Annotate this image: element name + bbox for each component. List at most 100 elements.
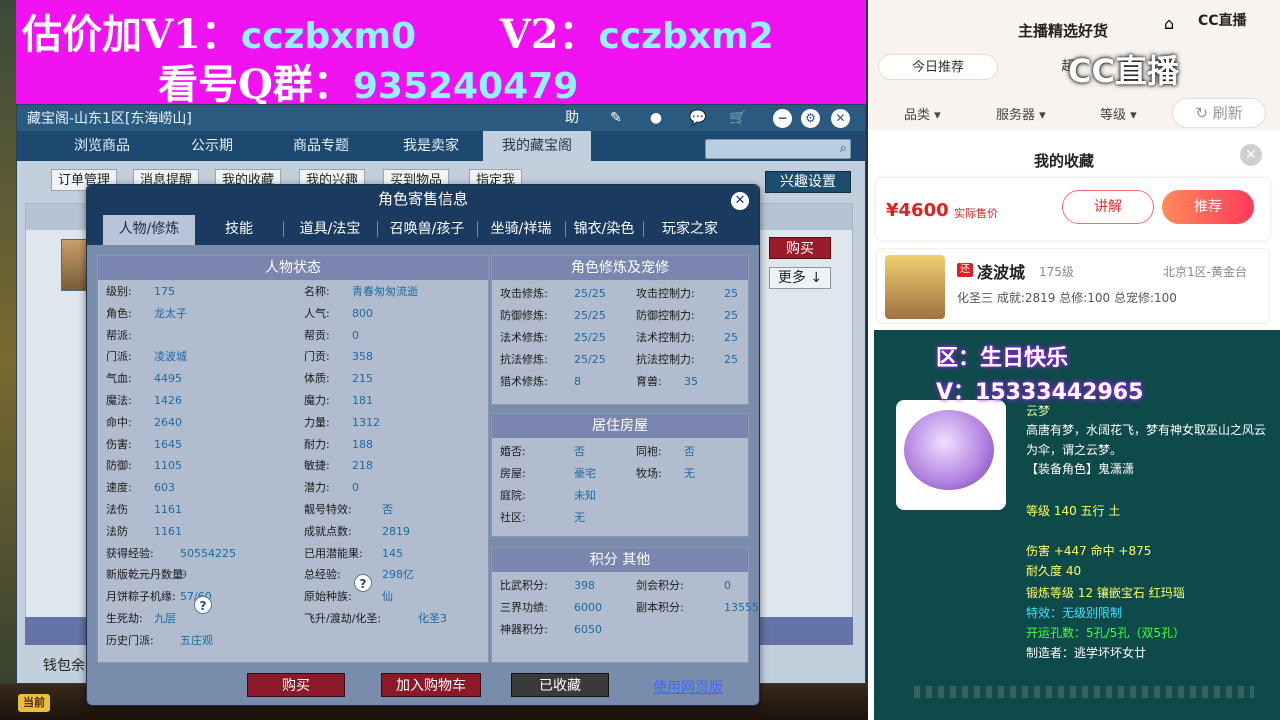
stat-row: 攻击控制力: 25: [636, 284, 738, 304]
tab-separator: [477, 221, 478, 237]
stat-row: 人气: 800: [304, 304, 373, 324]
record-icon[interactable]: ●: [643, 107, 669, 129]
gear-icon[interactable]: ⚙: [801, 109, 820, 128]
tab-items[interactable]: 道具/法宝: [285, 215, 375, 243]
minimize-icon[interactable]: −: [773, 109, 792, 128]
stat-label: 副本积分:: [636, 601, 684, 614]
stat-label: 神器积分:: [500, 623, 548, 636]
stat-label: 历史门派:: [106, 633, 154, 647]
stat-row: 牧场: 无: [636, 464, 695, 484]
tab-public[interactable]: 公示期: [167, 131, 257, 161]
tab-outfits[interactable]: 锦衣/染色: [567, 215, 641, 243]
home-icon[interactable]: ⌂: [1164, 14, 1174, 33]
web-version-link[interactable]: 使用网页版: [653, 677, 723, 697]
stat-row: 气血: 4495: [106, 369, 182, 389]
caret-down-icon: ▾: [1130, 108, 1137, 123]
tab-character[interactable]: 人物/修炼: [103, 215, 195, 245]
stat-value: 6000: [574, 601, 602, 614]
tab-skills[interactable]: 技能: [199, 215, 279, 243]
stat-value: 9: [180, 568, 187, 582]
stat-label: 新版乾元丹数量: [106, 568, 183, 582]
stat-label: 攻击控制力:: [636, 287, 695, 300]
add-to-cart-button[interactable]: 加入购物车: [381, 673, 481, 697]
tab-pets[interactable]: 召唤兽/孩子: [379, 215, 475, 243]
filter-category[interactable]: 品类 ▾: [904, 104, 941, 123]
stat-value: 否: [382, 503, 393, 516]
stat-row: 门派: 凌波城: [106, 347, 187, 367]
tab-player-home[interactable]: 玩家之家: [647, 215, 733, 243]
stat-value: 否: [574, 445, 585, 458]
buy-button[interactable]: 购买: [769, 237, 831, 259]
tab-my-cbg[interactable]: 我的藏宝阁: [483, 131, 591, 161]
item-forge-line: 锻炼等级 12 镶嵌宝石 红玛瑙: [1026, 586, 1185, 600]
interest-settings-button[interactable]: 兴趣设置: [765, 171, 851, 193]
tab-topics[interactable]: 商品专题: [271, 131, 371, 161]
stat-value: 仙: [382, 590, 393, 604]
pen-icon[interactable]: ✎: [603, 107, 629, 129]
stat-row: 抗法修炼: 25/25: [500, 350, 606, 370]
stat-value: 358: [352, 350, 373, 364]
banner-text: 看号Q群：: [158, 61, 353, 108]
stat-row: 命中: 2640: [106, 413, 182, 433]
filter-level[interactable]: 等级 ▾: [1100, 104, 1137, 123]
stat-value: 218: [352, 459, 373, 473]
stat-label: 防御控制力:: [636, 309, 695, 322]
recommend-button[interactable]: 推荐: [1162, 190, 1254, 224]
cart-icon[interactable]: 🛒: [725, 107, 751, 129]
tab-mounts[interactable]: 坐骑/祥瑞: [479, 215, 563, 243]
search-icon[interactable]: ⌕: [840, 141, 847, 156]
item-name: 凌波城: [977, 263, 1026, 282]
stat-row: 育兽: 35: [636, 372, 698, 392]
search-input[interactable]: ⌕: [705, 139, 851, 159]
stat-value: 603: [154, 481, 175, 495]
shop-title: 主播精选好货: [1018, 22, 1109, 40]
stat-row: 门贡: 358: [304, 347, 373, 367]
price-note: 实际售价: [954, 207, 998, 220]
buy-button[interactable]: 购买: [247, 673, 345, 697]
stat-value: 青春匆匆流逝: [352, 285, 418, 298]
current-channel-label[interactable]: 当前: [18, 694, 50, 712]
filter-label: 品类: [904, 108, 931, 123]
stat-value: 未知: [574, 489, 596, 502]
close-icon[interactable]: ✕: [731, 192, 749, 210]
panel-header: 积分 其他: [492, 548, 748, 572]
more-label: 更多: [777, 270, 806, 286]
stat-row: 伤害: 1645: [106, 435, 182, 455]
tab-today-recommend[interactable]: 今日推荐: [878, 54, 998, 80]
stat-label: 法防: [106, 524, 128, 538]
stat-value: 2640: [154, 415, 182, 429]
stat-value: 0: [724, 579, 731, 592]
question-icon[interactable]: ?: [354, 574, 372, 592]
blurred-text: [914, 686, 1254, 698]
tab-browse[interactable]: 浏览商品: [47, 131, 157, 161]
tab-seller[interactable]: 我是卖家: [381, 131, 481, 161]
banner-id: cczbxm2: [598, 16, 774, 57]
panel-header: 人物状态: [98, 256, 488, 280]
stat-row: 婚否: 否: [500, 442, 585, 462]
more-button[interactable]: 更多 ↓: [769, 267, 831, 289]
favorited-button[interactable]: 已收藏: [511, 673, 609, 697]
stat-row: 飞升/渡劫/化圣: 化圣3: [304, 609, 447, 629]
close-icon[interactable]: ✕: [831, 109, 850, 128]
item-durability-line: 耐久度 40: [1026, 564, 1082, 578]
stat-value: 凌波城: [154, 350, 187, 364]
question-icon[interactable]: ?: [194, 596, 212, 614]
stat-label: 法术控制力:: [636, 331, 695, 344]
refresh-button[interactable]: ↻ 刷新: [1172, 98, 1266, 128]
stat-label: 名称:: [304, 285, 330, 298]
chat-icon[interactable]: 💬: [685, 107, 711, 129]
help-button[interactable]: 助: [559, 107, 585, 129]
favorite-item-card[interactable]: 还 凌波城 175级 北京1区-黄金台 化圣三 成就:2819 总修:100 总…: [876, 248, 1270, 324]
stat-value: 1161: [154, 524, 182, 538]
overlay-area-text: 区：生日快乐: [936, 346, 1069, 371]
panel-header: 角色修炼及宠修: [492, 256, 748, 280]
banner-text: 估价加V1：: [22, 11, 241, 58]
close-icon[interactable]: ✕: [1240, 144, 1262, 166]
filter-server[interactable]: 服务器 ▾: [996, 104, 1046, 123]
stat-label: 防御修炼:: [500, 309, 548, 322]
stat-row: 名称: 青春匆匆流逝: [304, 282, 418, 302]
character-status-panel: 人物状态 级别: 175 角色: 龙太子 帮派: 门派: 凌波城 气血: 4495 魔法: 1426…: [97, 255, 489, 663]
cc-logo-small: CC直播: [1198, 13, 1247, 29]
explain-button[interactable]: 讲解: [1062, 190, 1154, 224]
window-titlebar: 藏宝阁-山东1区[东海崂山] 助 ✎ ● 💬 🛒 − ⚙ ✕: [17, 105, 865, 131]
